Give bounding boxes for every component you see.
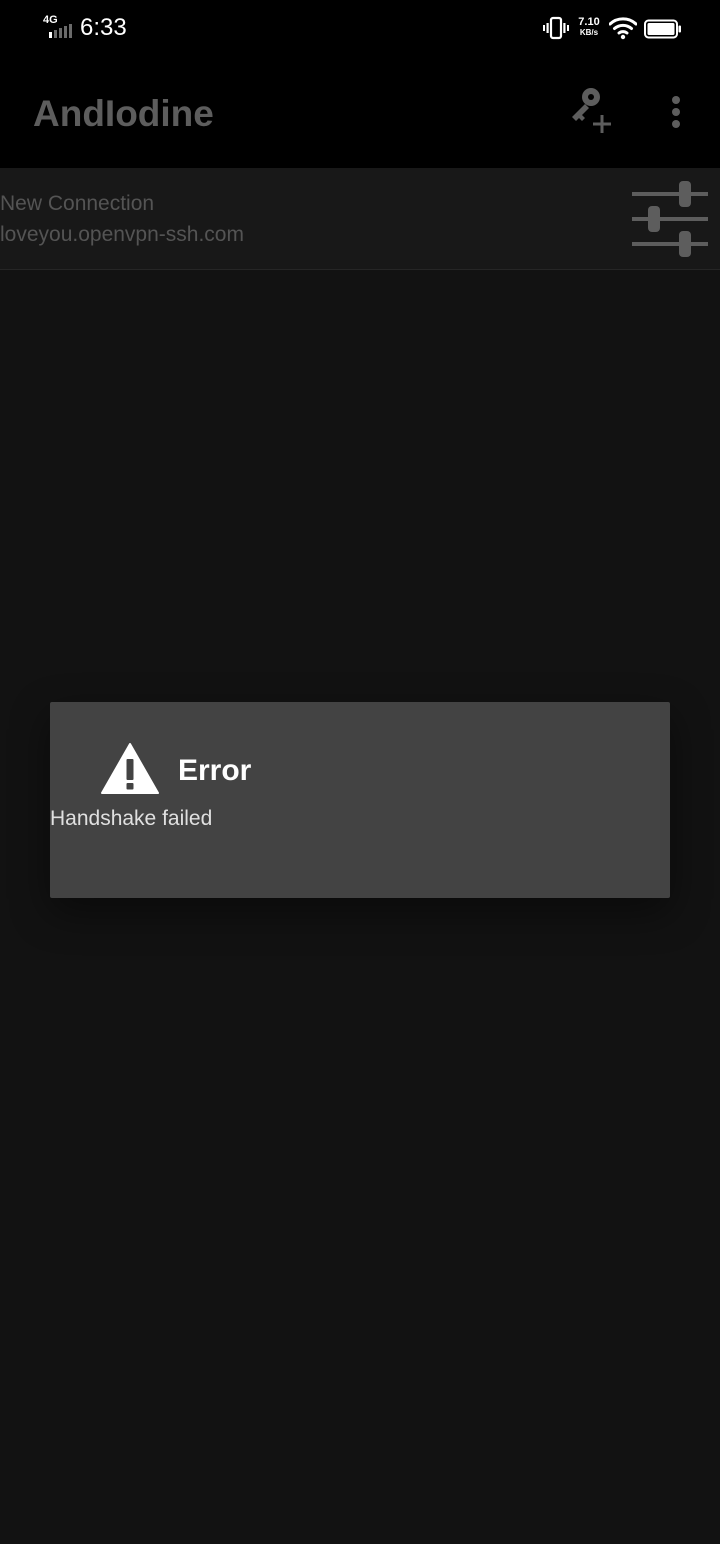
network-speed-unit: KB/s (579, 28, 599, 37)
tune-icon (632, 181, 708, 257)
add-key-icon (572, 88, 611, 133)
connection-list-item[interactable]: New Connection loveyou.openvpn-ssh.com (0, 168, 720, 270)
network-speed-value: 7.10 (578, 16, 600, 28)
status-bar: 4G 6:33 7.10 KB/s (0, 0, 720, 56)
error-dialog: Error Handshake failed (50, 702, 670, 898)
battery-icon (644, 19, 681, 39)
vibrate-icon (543, 16, 569, 40)
add-connection-button[interactable] (562, 80, 622, 140)
connection-host: loveyou.openvpn-ssh.com (0, 223, 244, 246)
dialog-message: Handshake failed (50, 807, 213, 830)
app-title: AndIodine (33, 93, 214, 134)
clock: 6:33 (80, 14, 127, 41)
network-speed: 7.10 KB/s (574, 16, 604, 38)
overflow-menu-button[interactable] (656, 84, 696, 140)
overflow-menu-icon (672, 96, 680, 128)
dialog-title: Error (178, 754, 252, 787)
warning-icon (101, 743, 159, 794)
wifi-icon (609, 17, 637, 40)
network-indicator: 4G (43, 15, 75, 41)
connection-name: New Connection (0, 192, 155, 215)
connection-settings-button[interactable] (626, 178, 714, 260)
signal-icon (49, 24, 72, 38)
app-bar: AndIodine (0, 56, 720, 168)
